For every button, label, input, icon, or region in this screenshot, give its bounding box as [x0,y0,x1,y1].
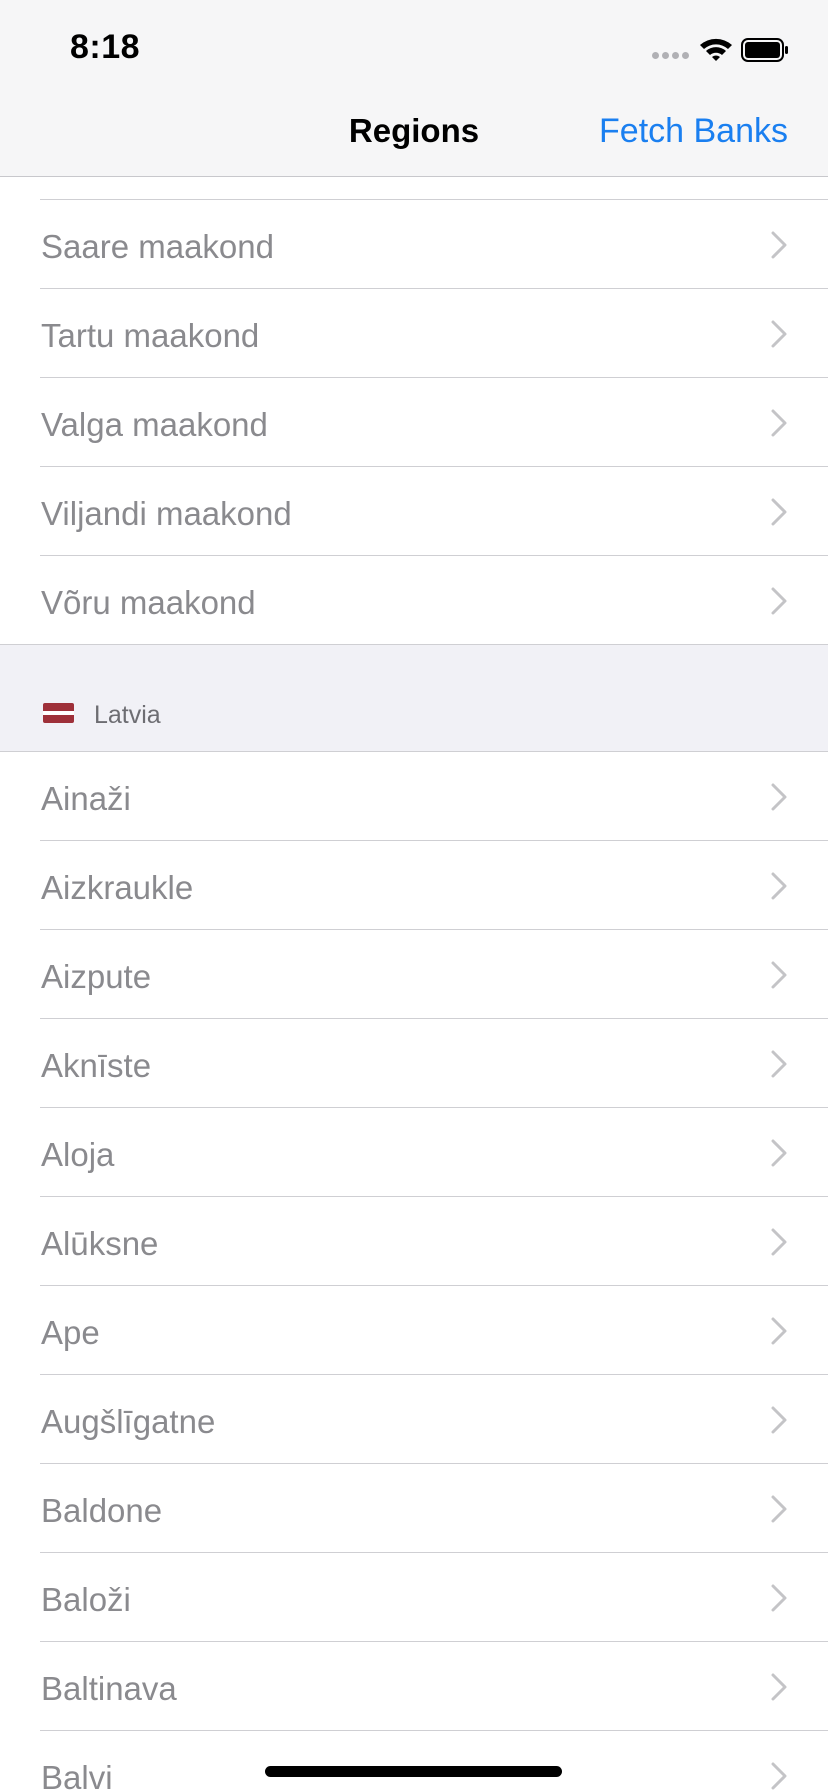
status-time: 8:18 [70,28,141,66]
list-item[interactable]: Alūksne [0,1197,828,1286]
list-item-label: Augšlīgatne [41,1403,216,1440]
fetch-banks-button[interactable]: Fetch Banks [599,112,788,151]
list-item[interactable]: Saare maakond [0,200,828,289]
battery-icon [741,38,788,62]
chevron-right-icon [771,320,787,348]
list-item-label: Aloja [41,1136,115,1173]
list-item-label: Baldone [41,1492,163,1529]
list-item[interactable]: Võru maakond [0,556,828,645]
list-item[interactable]: Ape [0,1286,828,1375]
list-item-label: Tartu maakond [41,317,260,354]
list-item-label: Ape [41,1314,100,1351]
chevron-right-icon [771,1228,787,1256]
chevron-right-icon [771,587,787,615]
wifi-icon [700,38,732,61]
list-item-label: Aizpute [41,958,152,995]
chevron-right-icon [771,1050,787,1078]
list-item-label: Alūksne [41,1225,159,1262]
section-header-latvia: Latvia [0,645,828,752]
list-item[interactable]: Aloja [0,1108,828,1197]
chevron-right-icon [771,1673,787,1701]
list-item[interactable]: Baloži [0,1553,828,1642]
list-item[interactable]: Aknīste [0,1019,828,1108]
list-item[interactable]: Balvi [0,1731,828,1792]
home-indicator[interactable] [265,1766,562,1777]
list-item-label: Baltinava [41,1670,177,1707]
list-item[interactable]: Baldone [0,1464,828,1553]
section-title: Latvia [94,701,161,729]
list-item-label: Ainaži [41,780,131,817]
list-item[interactable]: Tartu maakond [0,289,828,378]
regions-list: Saare maakond Tartu maakond Valga maakon… [0,111,828,1792]
list-item-label: Aknīste [41,1047,152,1084]
list-item[interactable]: Aizpute [0,930,828,1019]
list-item[interactable]: Baltinava [0,1642,828,1731]
list-item-label: Saare maakond [41,228,274,265]
latvia-flag-icon [43,703,74,723]
chevron-right-icon [771,783,787,811]
chevron-right-icon [771,231,787,259]
regions-screen: 8:18 Regions Fetch Banks Saare maakond T… [0,0,828,1792]
list-item-label: Võru maakond [41,584,256,621]
list-item-label: Baloži [41,1581,131,1618]
chevron-right-icon [771,409,787,437]
list-item[interactable]: Valga maakond [0,378,828,467]
chevron-right-icon [771,961,787,989]
list-item[interactable]: Augšlīgatne [0,1375,828,1464]
chevron-right-icon [771,1406,787,1434]
list-item[interactable]: Aizkraukle [0,841,828,930]
cellular-signal-icon [652,52,689,59]
list-item[interactable]: Viljandi maakond [0,467,828,556]
chevron-right-icon [771,1762,787,1790]
chevron-right-icon [771,1317,787,1345]
chevron-right-icon [771,872,787,900]
list-item-label: Viljandi maakond [41,495,292,532]
list-item-label: Balvi [41,1759,113,1792]
list-item-label: Valga maakond [41,406,268,443]
list-item[interactable]: Ainaži [0,752,828,841]
list-item-label: Aizkraukle [41,869,194,906]
chevron-right-icon [771,1584,787,1612]
chevron-right-icon [771,1139,787,1167]
navigation-bar: 8:18 Regions Fetch Banks [0,0,828,177]
chevron-right-icon [771,498,787,526]
chevron-right-icon [771,1495,787,1523]
